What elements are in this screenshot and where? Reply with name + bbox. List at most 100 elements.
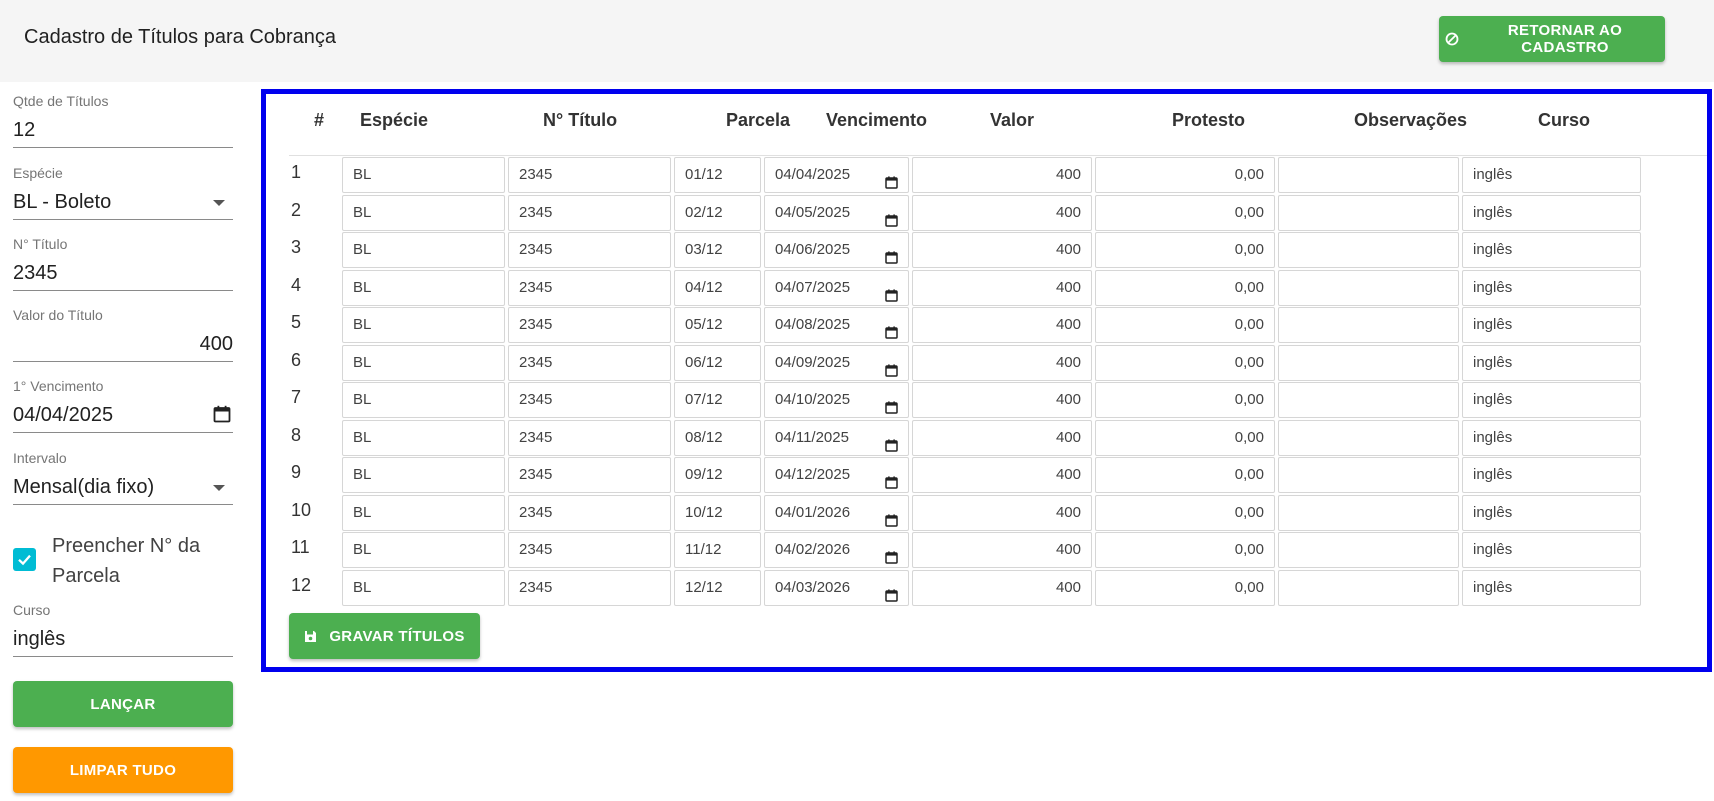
gravar-titulos-button[interactable]: GRAVAR TÍTULOS xyxy=(289,613,480,659)
parcela-cell[interactable]: 07/12 xyxy=(674,382,761,418)
curso-cell[interactable]: inglês xyxy=(1462,344,1641,381)
curso-cell[interactable]: inglês xyxy=(1462,457,1641,493)
valor-cell[interactable]: 400 xyxy=(912,569,1092,606)
valor-titulo-field[interactable]: Valor do Título 400 xyxy=(13,307,233,363)
parcela-cell[interactable]: 12/12 xyxy=(674,569,761,606)
calendar-icon[interactable] xyxy=(885,168,898,192)
valor-cell[interactable]: 400 xyxy=(912,494,1092,531)
numero-titulo-cell[interactable]: 2345 xyxy=(508,494,671,531)
calendar-icon[interactable] xyxy=(885,431,898,455)
curso-cell[interactable]: inglês xyxy=(1462,382,1641,418)
return-to-register-button[interactable]: RETORNAR AO CADASTRO xyxy=(1439,16,1665,62)
parcela-cell[interactable]: 02/12 xyxy=(674,194,761,231)
especie-cell[interactable]: BL xyxy=(342,532,505,568)
especie-cell[interactable]: BL xyxy=(342,569,505,606)
qtd-titulos-input[interactable]: 12 xyxy=(13,115,233,145)
valor-cell[interactable]: 400 xyxy=(912,382,1092,418)
especie-cell[interactable]: BL xyxy=(342,194,505,231)
parcela-cell[interactable]: 08/12 xyxy=(674,419,761,456)
curso-cell[interactable]: inglês xyxy=(1462,232,1641,268)
curso-cell[interactable]: inglês xyxy=(1462,532,1641,568)
vencimento-cell[interactable]: 04/06/2025 xyxy=(764,232,909,268)
curso-cell[interactable]: inglês xyxy=(1462,194,1641,231)
curso-cell[interactable]: inglês xyxy=(1462,269,1641,306)
valor-titulo-input[interactable]: 400 xyxy=(13,329,233,359)
observacoes-cell[interactable] xyxy=(1278,157,1459,193)
numero-titulo-cell[interactable]: 2345 xyxy=(508,344,671,381)
parcela-cell[interactable]: 05/12 xyxy=(674,307,761,343)
especie-cell[interactable]: BL xyxy=(342,157,505,193)
curso-input[interactable]: inglês xyxy=(13,624,233,654)
parcela-cell[interactable]: 09/12 xyxy=(674,457,761,493)
protesto-cell[interactable]: 0,00 xyxy=(1095,232,1275,268)
numero-titulo-cell[interactable]: 2345 xyxy=(508,194,671,231)
protesto-cell[interactable]: 0,00 xyxy=(1095,457,1275,493)
intervalo-select[interactable]: Intervalo Mensal(dia fixo) xyxy=(13,450,233,506)
protesto-cell[interactable]: 0,00 xyxy=(1095,157,1275,193)
valor-cell[interactable]: 400 xyxy=(912,532,1092,568)
protesto-cell[interactable]: 0,00 xyxy=(1095,419,1275,456)
protesto-cell[interactable]: 0,00 xyxy=(1095,532,1275,568)
valor-cell[interactable]: 400 xyxy=(912,344,1092,381)
especie-cell[interactable]: BL xyxy=(342,419,505,456)
especie-cell[interactable]: BL xyxy=(342,494,505,531)
observacoes-cell[interactable] xyxy=(1278,457,1459,493)
observacoes-cell[interactable] xyxy=(1278,269,1459,306)
observacoes-cell[interactable] xyxy=(1278,307,1459,343)
vencimento-cell[interactable]: 04/11/2025 xyxy=(764,419,909,456)
chevron-down-icon[interactable] xyxy=(213,200,225,206)
preencher-parcela-checkbox[interactable] xyxy=(13,548,36,571)
numero-titulo-cell[interactable]: 2345 xyxy=(508,569,671,606)
calendar-icon[interactable] xyxy=(885,318,898,342)
observacoes-cell[interactable] xyxy=(1278,419,1459,456)
chevron-down-icon[interactable] xyxy=(213,485,225,491)
numero-titulo-cell[interactable]: 2345 xyxy=(508,157,671,193)
numero-titulo-cell[interactable]: 2345 xyxy=(508,232,671,268)
observacoes-cell[interactable] xyxy=(1278,569,1459,606)
protesto-cell[interactable]: 0,00 xyxy=(1095,569,1275,606)
intervalo-value[interactable]: Mensal(dia fixo) xyxy=(13,472,233,502)
especie-cell[interactable]: BL xyxy=(342,307,505,343)
numero-titulo-cell[interactable]: 2345 xyxy=(508,382,671,418)
protesto-cell[interactable]: 0,00 xyxy=(1095,307,1275,343)
preencher-parcela-label[interactable]: Preencher N° da Parcela xyxy=(52,531,232,591)
especie-cell[interactable]: BL xyxy=(342,457,505,493)
vencimento-cell[interactable]: 04/09/2025 xyxy=(764,344,909,381)
numero-titulo-field[interactable]: N° Título 2345 xyxy=(13,236,233,292)
calendar-icon[interactable] xyxy=(885,543,898,567)
protesto-cell[interactable]: 0,00 xyxy=(1095,269,1275,306)
parcela-cell[interactable]: 01/12 xyxy=(674,157,761,193)
vencimento-cell[interactable]: 04/02/2026 xyxy=(764,532,909,568)
vencimento-cell[interactable]: 04/08/2025 xyxy=(764,307,909,343)
calendar-icon[interactable] xyxy=(885,243,898,267)
qtd-titulos-field[interactable]: Qtde de Títulos 12 xyxy=(13,93,233,149)
numero-titulo-cell[interactable]: 2345 xyxy=(508,307,671,343)
numero-titulo-cell[interactable]: 2345 xyxy=(508,532,671,568)
calendar-icon[interactable] xyxy=(885,506,898,530)
valor-cell[interactable]: 400 xyxy=(912,194,1092,231)
calendar-icon[interactable] xyxy=(885,468,898,492)
parcela-cell[interactable]: 06/12 xyxy=(674,344,761,381)
numero-titulo-cell[interactable]: 2345 xyxy=(508,269,671,306)
especie-select[interactable]: Espécie BL - Boleto xyxy=(13,165,233,221)
lancar-button[interactable]: LANÇAR xyxy=(13,681,233,727)
curso-cell[interactable]: inglês xyxy=(1462,569,1641,606)
vencimento-cell[interactable]: 04/03/2026 xyxy=(764,569,909,606)
especie-cell[interactable]: BL xyxy=(342,232,505,268)
especie-cell[interactable]: BL xyxy=(342,344,505,381)
observacoes-cell[interactable] xyxy=(1278,494,1459,531)
especie-cell[interactable]: BL xyxy=(342,382,505,418)
curso-cell[interactable]: inglês xyxy=(1462,494,1641,531)
limpar-tudo-button[interactable]: LIMPAR TUDO xyxy=(13,747,233,793)
vencimento-cell[interactable]: 04/04/2025 xyxy=(764,157,909,193)
valor-cell[interactable]: 400 xyxy=(912,269,1092,306)
calendar-icon[interactable] xyxy=(213,405,231,428)
valor-cell[interactable]: 400 xyxy=(912,232,1092,268)
primeiro-vencimento-field[interactable]: 1° Vencimento 04/04/2025 xyxy=(13,378,233,434)
observacoes-cell[interactable] xyxy=(1278,382,1459,418)
calendar-icon[interactable] xyxy=(885,356,898,380)
curso-cell[interactable]: inglês xyxy=(1462,307,1641,343)
parcela-cell[interactable]: 03/12 xyxy=(674,232,761,268)
curso-cell[interactable]: inglês xyxy=(1462,419,1641,456)
observacoes-cell[interactable] xyxy=(1278,232,1459,268)
